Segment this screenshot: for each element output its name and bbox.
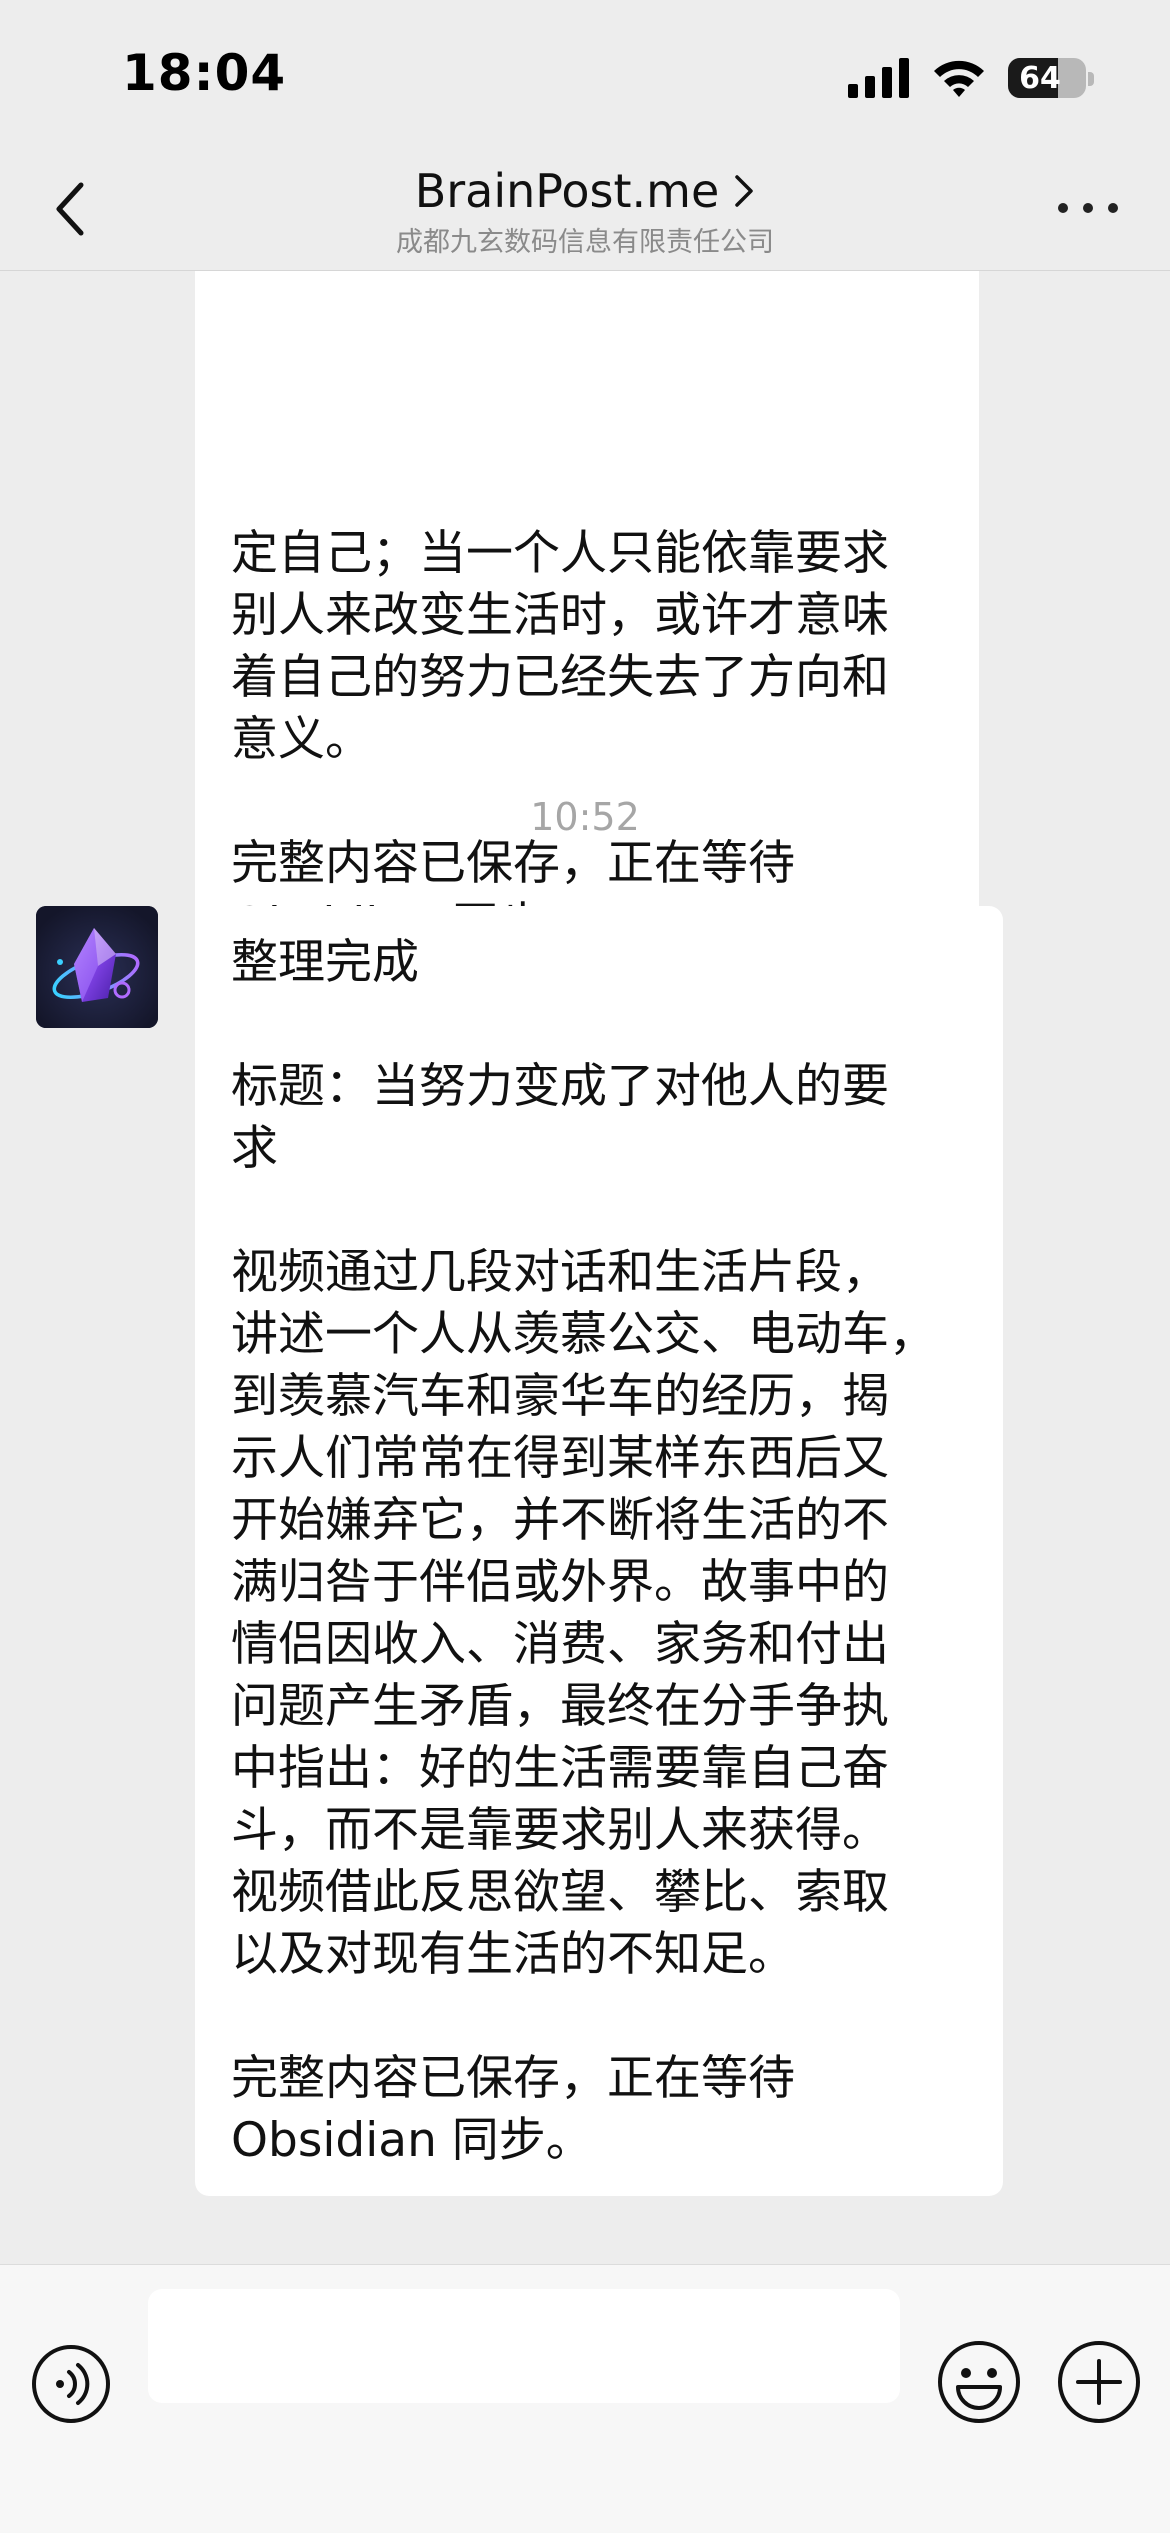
message-timestamp: 10:52 [530, 795, 640, 839]
message-line: 视频通过几段对话和生活片段， [231, 1245, 889, 1300]
emoji-icon[interactable] [936, 2339, 1022, 2425]
back-icon [56, 182, 84, 236]
message-line: 开始嫌弃它，并不断将生活的不 [231, 1493, 889, 1548]
message-line: 问题产生矛盾，最终在分手争执 [231, 1679, 889, 1734]
more-icon-dot [1058, 203, 1068, 213]
message-bubble[interactable]: 整理完成标题：当努力变成了对他人的要求视频通过几段对话和生活片段， 讲述一个人从羡… [195, 906, 1003, 2196]
message-paragraph: 整理完成 [231, 932, 967, 994]
avatar[interactable] [36, 906, 158, 1028]
message-line: 示人们常常在得到某样东西后又 [231, 1431, 889, 1486]
chat-area[interactable]: 定自己；当一个人只能依靠要求 别人来改变生活时，或许才意味 着自己的努力已经失去了方… [0, 271, 1170, 2264]
message-line: 着自己的努力已经失去了方向和 [231, 650, 889, 705]
previous-message-text: 定自己；当一个人只能依靠要求 别人来改变生活时，或许才意味 着自己的努力已经失去了方… [231, 523, 959, 957]
message-line: 定自己；当一个人只能依靠要求 [231, 526, 889, 581]
message-line: Obsidian 同步。 [231, 2113, 593, 2168]
chevron-right-icon [735, 175, 754, 207]
message-line: 讲述一个人从羡慕公交、电动车， [231, 1307, 936, 1362]
message-line: 意义。 [231, 712, 372, 767]
message-line: 别人来改变生活时，或许才意味 [231, 588, 889, 643]
status-time: 18:04 [122, 44, 287, 102]
more-icon-dot [1108, 203, 1118, 213]
message-bubble-previous[interactable]: 定自己；当一个人只能依靠要求 别人来改变生活时，或许才意味 着自己的努力已经失去了方… [195, 271, 979, 993]
status-icons: 64 [848, 56, 1086, 100]
battery-level: 64 [1019, 60, 1061, 96]
wifi-icon [934, 60, 984, 97]
message-line: 情侣因收入、消费、家务和付出 [231, 1617, 889, 1672]
message-paragraph: 标题：当努力变成了对他人的要求 [231, 1056, 967, 1180]
more-button[interactable] [1058, 198, 1118, 218]
more-icon-dot [1083, 203, 1093, 213]
message-line: 完整内容已保存，正在等待 [231, 836, 795, 891]
message-line: 完整内容已保存，正在等待 [231, 2051, 795, 2106]
nav-bar: BrainPost.me 成都九玄数码信息有限责任公司 [0, 150, 1170, 271]
message-line: 以及对现有生活的不知足。 [231, 1927, 795, 1982]
chat-subtitle: 成都九玄数码信息有限责任公司 [396, 227, 774, 258]
signal-icon [848, 58, 909, 98]
message-line: 斗，而不是靠要求别人来获得。 [231, 1803, 889, 1858]
message-line: 到羡慕汽车和豪华车的经历，揭 [231, 1369, 889, 1424]
chat-title-text: BrainPost.me [414, 164, 720, 218]
message-line: 视频借此反思欲望、攀比、索取 [231, 1865, 889, 1920]
message-line: 中指出：好的生活需要靠自己奋 [231, 1741, 889, 1796]
back-button[interactable] [40, 176, 100, 242]
message-line: 标题：当努力变成了对他人的要 [231, 1059, 889, 1114]
obsidian-crystal-icon [36, 906, 158, 1028]
battery-icon: 64 [1008, 58, 1086, 98]
message-line: 满归咎于伴侣或外界。故事中的 [231, 1555, 889, 1610]
message-line: 求 [231, 1121, 278, 1176]
chat-title[interactable]: BrainPost.me [415, 164, 756, 218]
message-line: 整理完成 [231, 935, 419, 990]
chat-title-block[interactable]: BrainPost.me 成都九玄数码信息有限责任公司 [235, 164, 935, 259]
message-input[interactable] [148, 2289, 900, 2403]
message-paragraph: 完整内容已保存，正在等待 Obsidian 同步。 [231, 2048, 967, 2172]
battery-nub [1088, 72, 1094, 86]
message-paragraph: 视频通过几段对话和生活片段， 讲述一个人从羡慕公交、电动车， 到羡慕汽车和豪华车的经… [231, 1242, 967, 1986]
status-bar: 18:04 64 [0, 0, 1170, 150]
input-bar [0, 2264, 1170, 2533]
voice-icon[interactable] [30, 2343, 112, 2425]
add-icon[interactable] [1056, 2339, 1142, 2425]
